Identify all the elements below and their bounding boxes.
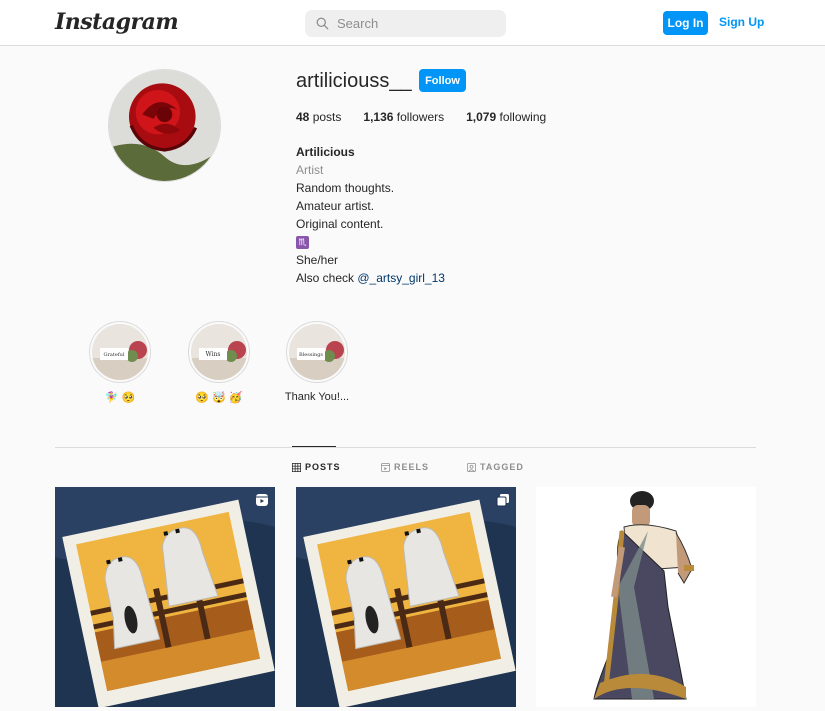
top-nav-bar: Instagram Log In Sign Up [0,0,825,46]
highlight-label: 🧚‍♀️ 🥺 [104,392,136,404]
tab-reels[interactable]: REELS [381,462,429,472]
bio-category: Artist [296,163,324,177]
instagram-logo[interactable]: Instagram [55,9,179,35]
bio-also-check: Also check @_artsy_girl_13 [296,269,445,287]
bio-pronouns: She/her [296,253,339,267]
highlight-cover: Grateful [89,321,151,383]
scorpio-emoji: ♏ [296,236,309,250]
tabs-divider [55,447,756,448]
post-tile[interactable] [296,487,516,707]
following-count-label: following [499,110,547,124]
posts-count-value: 48 [296,110,310,124]
reels-icon [381,462,390,472]
followers-count-value: 1,136 [363,110,394,124]
highlight-label: 🥺 🤯 🥳 [195,392,243,404]
post-image-ghost-painting [55,487,275,707]
grid-icon [292,462,301,472]
tab-posts-label: POSTS [305,462,341,472]
active-tab-indicator [292,446,336,447]
avatar-rose-image [109,70,220,181]
posts-count-label: posts [312,110,342,124]
profile-username: artiliciouss__ [296,70,412,92]
tab-reels-label: REELS [394,462,430,472]
signup-link[interactable]: Sign Up [719,15,764,29]
post-image-saree-illustration [536,487,756,707]
bio-line: Amateur artist. [296,199,375,213]
highlight-cover-text: Grateful [103,352,124,358]
bio-line: Random thoughts. [296,181,395,195]
bio-line: Original content. [296,217,384,231]
search-icon [316,17,329,30]
login-button[interactable]: Log In [663,11,708,35]
profile-bio: Artilicious Artist Random thoughts. Amat… [296,143,445,287]
post-image-ghost-painting [296,487,516,707]
highlight-cover-text: Blessings [299,352,323,358]
highlight-cover-image: Grateful [92,324,148,380]
followers-count[interactable]: 1,136 followers [363,110,444,124]
followers-count-label: followers [396,110,445,124]
profile-stats: 48 posts 1,136 followers 1,079 following [296,110,568,124]
story-highlight[interactable]: Wins 🥺 🤯 🥳 [180,321,258,404]
highlight-cover: Blessings [286,321,348,383]
bio-mention-link[interactable]: @_artsy_girl_13 [357,271,445,285]
posts-count: 48 posts [296,110,341,124]
story-highlight[interactable]: Blessings Thank You!... [278,321,356,403]
profile-avatar[interactable] [108,69,221,182]
story-highlight[interactable]: Grateful 🧚‍♀️ 🥺 [81,321,159,404]
tab-posts[interactable]: POSTS [292,462,341,472]
tagged-icon [467,462,476,472]
highlight-cover-image: Wins [191,324,247,380]
tab-tagged[interactable]: TAGGED [467,462,524,472]
post-tile[interactable] [536,487,756,707]
search-input[interactable] [337,16,497,31]
tab-tagged-label: TAGGED [480,462,524,472]
carousel-badge-icon [496,494,509,507]
post-tile[interactable] [55,487,275,707]
following-count[interactable]: 1,079 following [466,110,546,124]
follow-button[interactable]: Follow [419,69,466,92]
reel-badge-icon [256,494,268,506]
highlight-label: Thank You!... [284,391,350,403]
following-count-value: 1,079 [466,110,497,124]
highlight-cover: Wins [188,321,250,383]
bio-also-check-prefix: Also check [296,271,358,285]
highlight-cover-text: Wins [206,351,221,358]
highlight-cover-image: Blessings [289,324,345,380]
search-box[interactable] [305,10,506,37]
bio-name: Artilicious [296,145,355,159]
